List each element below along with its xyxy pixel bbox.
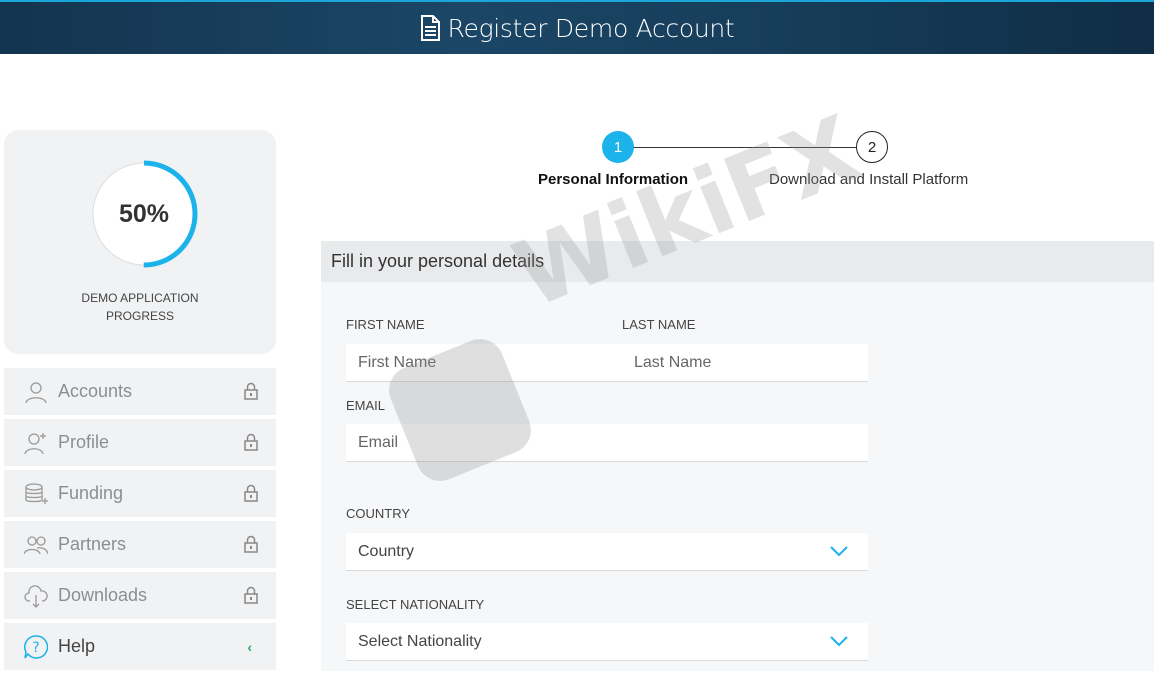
form-heading: Fill in your personal details (321, 241, 1154, 282)
step-2-label: Download and Install Platform (769, 171, 969, 188)
country-label: COUNTRY (346, 506, 411, 521)
first-name-label: FIRST NAME (346, 317, 425, 332)
nationality-select[interactable]: Select Nationality (346, 623, 868, 661)
lock-icon (244, 433, 258, 451)
page-title: Register Demo Account (447, 13, 735, 43)
svg-text:?: ? (32, 640, 39, 656)
last-name-input[interactable] (622, 344, 868, 382)
progress-label: DEMO APPLICATION PROGRESS (4, 289, 276, 325)
personal-details-form: Fill in your personal details FIRST NAME… (321, 241, 1154, 671)
sidebar-item-label: Help (58, 636, 96, 656)
step-2-indicator: 2 (856, 131, 888, 163)
sidebar-item-accounts[interactable]: Accounts (4, 368, 276, 415)
top-header-bar: Register Demo Account (0, 0, 1154, 54)
help-icon: ? (24, 634, 48, 659)
document-icon (420, 15, 440, 41)
email-label: EMAIL (346, 398, 386, 413)
sidebar-item-label: Accounts (58, 381, 133, 401)
nationality-select-value: Select Nationality (358, 632, 482, 650)
country-select-value: Country (358, 542, 415, 560)
sidebar-item-label: Partners (58, 534, 127, 554)
progress-percent: 50% (118, 199, 170, 228)
user-plus-icon (24, 432, 46, 454)
sidebar-item-downloads[interactable]: Downloads (4, 572, 276, 619)
lock-icon (244, 535, 258, 553)
sidebar-item-profile[interactable]: Profile (4, 419, 276, 466)
stepper-connector (618, 147, 872, 148)
step-1-label: Personal Information (538, 171, 689, 188)
last-name-label: LAST NAME (622, 317, 696, 332)
lock-icon (244, 484, 258, 502)
progress-card: 50% DEMO APPLICATION PROGRESS (4, 130, 276, 354)
email-input[interactable] (346, 424, 868, 462)
sidebar-item-funding[interactable]: Funding (4, 470, 276, 517)
registration-stepper: 1 2 Personal Information Download and In… (520, 128, 1000, 198)
sidebar-item-label: Downloads (58, 585, 148, 605)
progress-label-text: DEMO APPLICATION PROGRESS (81, 291, 199, 323)
cloud-download-icon (24, 584, 48, 608)
chevron-left-icon: ‹ (247, 639, 252, 655)
lock-icon (244, 586, 258, 604)
chevron-down-icon (830, 546, 848, 557)
first-name-input[interactable] (346, 344, 622, 382)
sidebar-item-help[interactable]: ? Help ‹ (4, 623, 276, 670)
step-1-indicator: 1 (602, 131, 634, 163)
nationality-label: SELECT NATIONALITY (346, 597, 485, 612)
sidebar-item-label: Funding (58, 483, 124, 503)
country-select[interactable]: Country (346, 533, 868, 571)
sidebar-item-label: Profile (58, 432, 110, 452)
sidebar-menu: Accounts Profile Funding Partners Downlo… (4, 368, 276, 674)
lock-icon (244, 382, 258, 400)
chevron-down-icon (830, 636, 848, 647)
users-icon (24, 535, 48, 554)
user-icon (25, 381, 47, 403)
coins-icon (25, 482, 48, 504)
sidebar-item-partners[interactable]: Partners (4, 521, 276, 568)
